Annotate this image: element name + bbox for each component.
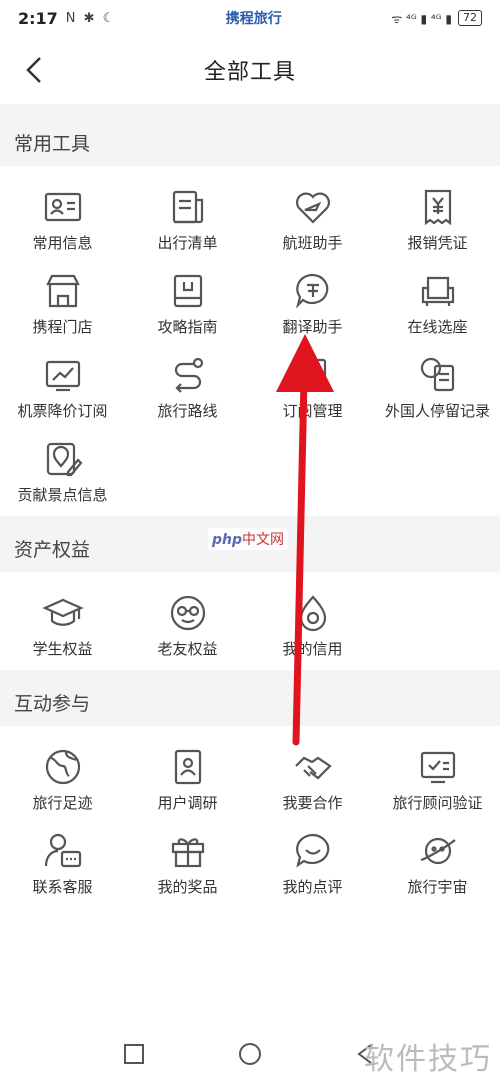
old-friend-icon [170, 595, 205, 631]
tool-label: 旅行宇宙 [407, 878, 468, 896]
planet-icon [420, 837, 456, 865]
globe-icon [45, 749, 80, 785]
tool-label: 旅行顾问验证 [392, 794, 483, 812]
tool-label: 报销凭证 [407, 234, 468, 252]
tool-common-info[interactable]: 常用信息 [0, 176, 125, 260]
tool-contribute-spot[interactable]: 贡献景点信息 [0, 428, 125, 512]
tool-label: 外国人停留记录 [384, 402, 490, 420]
receipt-icon [424, 189, 451, 226]
tool-translate[interactable]: 翻译助手 [250, 260, 375, 344]
tool-customer-service[interactable]: 联系客服 [0, 820, 125, 904]
tool-label: 我的奖品 [157, 878, 218, 896]
tool-label: 常用信息 [32, 234, 93, 252]
tool-my-prizes[interactable]: 我的奖品 [125, 820, 250, 904]
tool-my-reviews[interactable]: 我的点评 [250, 820, 375, 904]
tool-user-survey[interactable]: 用户调研 [125, 736, 250, 820]
tool-label: 在线选座 [407, 318, 468, 336]
tool-price-alert[interactable]: 机票降价订阅 [0, 344, 125, 428]
tool-travel-checklist[interactable]: 出行清单 [125, 176, 250, 260]
tool-foreigner-stay[interactable]: 外国人停留记录 [375, 344, 500, 428]
tool-reimbursement[interactable]: 报销凭证 [375, 176, 500, 260]
tool-label: 机票降价订阅 [17, 402, 108, 420]
id-card-icon [44, 192, 81, 222]
header: 全部工具 [0, 36, 500, 104]
tool-student-benefits[interactable]: 学生权益 [0, 582, 125, 666]
tool-label: 翻译助手 [282, 318, 343, 336]
tool-guide[interactable]: 攻略指南 [125, 260, 250, 344]
credit-icon [299, 595, 326, 632]
tool-label: 我的点评 [282, 878, 343, 896]
tool-travel-route[interactable]: 旅行路线 [125, 344, 250, 428]
subscription-icon [299, 358, 326, 392]
tool-label: 出行清单 [157, 234, 218, 252]
status-brand: 携程旅行 [225, 11, 282, 27]
tool-label: 攻略指南 [157, 318, 218, 336]
status-bar: 2:17 N ✱ ☾ 携程旅行 ᯤ ⁴ᴳ ▮ ⁴ᴳ ▮ 72 [0, 0, 500, 36]
tool-label: 旅行路线 [157, 402, 218, 420]
tool-label: 贡献景点信息 [17, 486, 108, 504]
watermark-mid: php中文网 [208, 528, 289, 550]
tool-grid-common: 常用信息 出行清单 航班助手 报销凭证 携程门店 攻略指南 翻译助手 在线选座 … [0, 166, 500, 516]
tool-label: 订阅管理 [282, 402, 343, 420]
tool-grid-benefits: 学生权益 老友权益 我的信用 [0, 572, 500, 670]
survey-icon [174, 749, 201, 785]
tool-label: 旅行足迹 [32, 794, 93, 812]
recent-apps-button[interactable] [121, 1041, 147, 1067]
status-glyphs: N ✱ ☾ [65, 10, 117, 26]
price-chart-icon [45, 360, 80, 392]
tool-travel-footprint[interactable]: 旅行足迹 [0, 736, 125, 820]
route-icon [174, 357, 203, 393]
tool-label: 老友权益 [157, 640, 218, 658]
tool-store[interactable]: 携程门店 [0, 260, 125, 344]
status-time: 2:17 [18, 8, 58, 28]
tool-label: 学生权益 [32, 640, 93, 658]
back-button[interactable] [14, 50, 54, 90]
guide-book-icon [173, 274, 202, 308]
tool-my-credit[interactable]: 我的信用 [250, 582, 375, 666]
flight-heart-icon [295, 192, 330, 224]
tool-seat-selection[interactable]: 在线选座 [375, 260, 500, 344]
translate-icon [295, 273, 328, 309]
checklist-icon [172, 190, 203, 224]
home-button[interactable] [237, 1041, 263, 1067]
advisor-verify-icon [420, 751, 455, 784]
tool-subscription[interactable]: 订阅管理 [250, 344, 375, 428]
tool-label: 用户调研 [157, 794, 218, 812]
battery-icon: 72 [458, 10, 482, 26]
tool-cooperation[interactable]: 我要合作 [250, 736, 375, 820]
store-icon [45, 274, 80, 308]
customer-service-icon [44, 833, 81, 868]
tool-advisor-verify[interactable]: 旅行顾问验证 [375, 736, 500, 820]
tool-label: 携程门店 [32, 318, 93, 336]
tool-label: 我要合作 [282, 794, 343, 812]
page-title: 全部工具 [203, 60, 296, 85]
foreigner-record-icon [420, 357, 454, 392]
tool-old-friend-benefits[interactable]: 老友权益 [125, 582, 250, 666]
watermark-text: 中文网 [242, 532, 285, 548]
chevron-left-icon [26, 57, 41, 83]
graduation-cap-icon [41, 598, 84, 626]
tool-travel-universe[interactable]: 旅行宇宙 [375, 820, 500, 904]
section-title: 互动参与 [0, 670, 500, 726]
tool-grid-interaction: 旅行足迹 用户调研 我要合作 旅行顾问验证 联系客服 我的奖品 我的点评 旅行宇… [0, 726, 500, 908]
signal-icon: ᯤ ⁴ᴳ ▮ ⁴ᴳ ▮ [391, 11, 452, 26]
map-pin-edit-icon [46, 442, 82, 477]
watermark-corner: 软件技巧 [364, 1042, 492, 1077]
tool-flight-assistant[interactable]: 航班助手 [250, 176, 375, 260]
comment-icon [295, 833, 329, 868]
section-title: 常用工具 [0, 104, 500, 166]
tool-label: 联系客服 [32, 878, 93, 896]
handshake-icon [294, 756, 332, 780]
tool-label: 航班助手 [282, 234, 343, 252]
watermark-brand: php [212, 532, 243, 548]
gift-icon [171, 838, 204, 868]
tool-label: 我的信用 [282, 640, 343, 658]
seat-icon [421, 276, 454, 306]
